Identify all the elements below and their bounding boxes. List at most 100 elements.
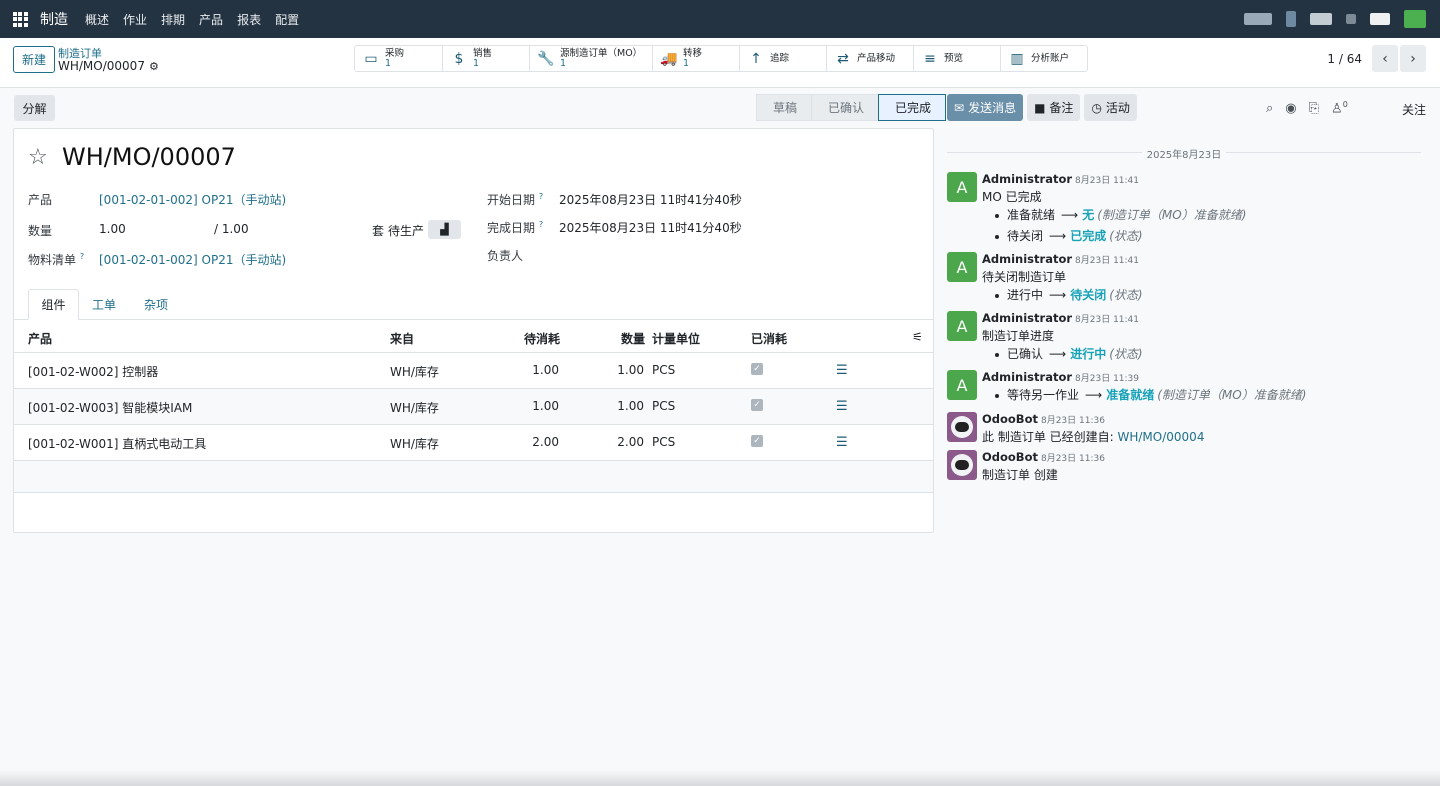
follow-button[interactable]: 关注 <box>1402 101 1426 118</box>
log-note-label: 备注 <box>1049 101 1074 115</box>
user-avatar[interactable] <box>1404 10 1426 28</box>
quantity-field[interactable]: 1.00 <box>99 222 126 236</box>
menu-planning[interactable]: 排期 <box>161 11 185 28</box>
user-icon[interactable]: ♙0 <box>1331 100 1348 116</box>
avatar[interactable]: A <box>947 370 977 400</box>
col-consumed[interactable]: 已消耗 <box>751 330 787 347</box>
kit-prefix: 套 <box>372 224 385 238</box>
odoobot-avatar[interactable] <box>947 450 977 480</box>
tracking-value: 等待另一作业 ⟶ 准备就绪 (制造订单（MO）准备就绪) <box>995 386 1306 403</box>
tracking-new: 待关闭 <box>1070 288 1107 302</box>
row-uom: PCS <box>652 399 676 413</box>
smart-button-transfers[interactable]: 🚚 转移 1 <box>653 46 740 71</box>
smart-button-purchase[interactable]: ▭ 采购 1 <box>355 46 443 71</box>
row-to-consume: 2.00 <box>532 435 559 449</box>
table-row[interactable]: [001-02-W001] 直柄式电动工具 WH/库存 2.00 2.00 PC… <box>14 425 933 461</box>
table-row[interactable]: [001-02-W003] 智能模块IAM WH/库存 1.00 1.00 PC… <box>14 389 933 425</box>
tab-misc[interactable]: 杂项 <box>134 289 178 320</box>
menu-overview[interactable]: 概述 <box>85 11 109 28</box>
list-detail-icon[interactable]: ☰ <box>836 435 848 450</box>
smart-button-product-moves[interactable]: ⇄ 产品移动 <box>827 46 914 71</box>
truck-icon: 🚚 <box>660 50 678 67</box>
new-button[interactable]: 新建 <box>13 46 55 73</box>
systray-item-2-icon[interactable] <box>1286 11 1296 27</box>
menu-reporting[interactable]: 报表 <box>237 11 261 28</box>
smart-button-preview[interactable]: ≡ 预览 <box>914 46 1001 71</box>
author-name[interactable]: Administrator <box>982 370 1072 384</box>
smart-label: 预览 <box>944 52 964 64</box>
gear-icon[interactable]: ⚙ <box>149 60 159 73</box>
start-date-label-text: 开始日期 <box>487 193 536 207</box>
pager-value[interactable]: 1 / 64 <box>1327 52 1362 66</box>
sliders-icon[interactable]: ⚟ <box>912 330 923 344</box>
systray-item-1-icon[interactable] <box>1244 13 1272 25</box>
message-body: 此 制造订单 已经创建自: WH/MO/00004 <box>982 428 1204 445</box>
list-detail-icon[interactable]: ☰ <box>836 399 848 414</box>
col-from[interactable]: 来自 <box>390 330 414 347</box>
author-name[interactable]: Administrator <box>982 172 1072 186</box>
message-author: Administrator 8月23日 11:39 <box>982 370 1139 384</box>
smart-button-source-mo[interactable]: 🔧 源制造订单（MO） 1 <box>530 46 653 71</box>
consumed-checkbox[interactable]: ✓ <box>751 363 763 375</box>
end-date-field[interactable]: 2025年08月23日 11时41分40秒 <box>559 219 742 236</box>
systray-item-4-icon[interactable] <box>1346 14 1356 24</box>
author-name[interactable]: Administrator <box>982 311 1072 325</box>
avatar[interactable]: A <box>947 252 977 282</box>
star-icon[interactable]: ☆ <box>28 145 48 170</box>
tracking-new: 已完成 <box>1070 229 1107 243</box>
stage-done[interactable]: 已完成 <box>878 94 947 121</box>
smart-label: 源制造订单（MO） <box>560 47 643 59</box>
product-field[interactable]: [001-02-01-002] OP21（手动站) <box>99 191 286 208</box>
col-to-consume[interactable]: 待消耗 <box>524 330 560 347</box>
consumed-checkbox[interactable]: ✓ <box>751 399 763 411</box>
smart-button-sale[interactable]: $ 销售 1 <box>443 46 530 71</box>
area-chart-icon[interactable]: ▟ <box>428 220 461 239</box>
eye-icon[interactable]: ◉ <box>1285 101 1296 116</box>
tracking-new: 进行中 <box>1070 347 1107 361</box>
col-product[interactable]: 产品 <box>28 330 52 347</box>
apps-menu-icon[interactable] <box>0 0 40 38</box>
smart-button-traceability[interactable]: ↑ 追踪 <box>740 46 827 71</box>
smart-button-analytic[interactable]: ▥ 分析账户 <box>1001 46 1087 71</box>
tracking-field: (状态) <box>1109 347 1143 361</box>
menu-products[interactable]: 产品 <box>199 11 223 28</box>
list-detail-icon[interactable]: ☰ <box>836 363 848 378</box>
systray-item-3-icon[interactable] <box>1310 13 1332 25</box>
bom-field[interactable]: [001-02-01-002] OP21（手动站) <box>99 251 286 268</box>
menu-operations[interactable]: 作业 <box>123 11 147 28</box>
author-name[interactable]: OdooBot <box>982 450 1038 464</box>
stage-confirmed[interactable]: 已确认 <box>811 94 880 121</box>
tracking-new: 准备就绪 <box>1106 388 1155 402</box>
chevron-right-icon[interactable]: › <box>1400 45 1426 72</box>
start-date-field[interactable]: 2025年08月23日 11时41分40秒 <box>559 191 742 208</box>
unbuild-button[interactable]: 分解 <box>14 95 55 121</box>
message-time: 8月23日 11:39 <box>1075 374 1140 384</box>
search-icon[interactable]: ⌕ <box>1266 101 1273 116</box>
author-name[interactable]: Administrator <box>982 252 1072 266</box>
consumed-checkbox[interactable]: ✓ <box>751 435 763 447</box>
app-brand[interactable]: 制造 <box>40 9 68 29</box>
col-uom[interactable]: 计量单位 <box>652 330 700 347</box>
status-bar: 草稿 已确认 已完成 <box>756 94 947 121</box>
stage-draft[interactable]: 草稿 <box>756 94 813 121</box>
row-product: [001-02-W002] 控制器 <box>28 365 159 379</box>
log-note-button[interactable]: ■ 备注 <box>1027 94 1081 121</box>
tracking-old: 已确认 <box>1007 347 1044 361</box>
paperclip-icon[interactable]: ⎘ <box>1309 101 1319 116</box>
author-name[interactable]: OdooBot <box>982 412 1038 426</box>
avatar[interactable]: A <box>947 172 977 202</box>
wrench-icon: 🔧 <box>537 50 555 67</box>
smart-label: 产品移动 <box>857 52 896 64</box>
activity-button[interactable]: ◷ 活动 <box>1084 94 1137 121</box>
systray-item-5-icon[interactable] <box>1370 13 1390 25</box>
avatar[interactable]: A <box>947 311 977 341</box>
send-message-button[interactable]: ✉ 发送消息 <box>947 94 1024 121</box>
table-row[interactable]: [001-02-W002] 控制器 WH/库存 1.00 1.00 PCS ✓ … <box>14 353 933 389</box>
origin-link[interactable]: WH/MO/00004 <box>1118 430 1205 444</box>
chevron-left-icon[interactable]: ‹ <box>1372 45 1398 72</box>
odoobot-avatar[interactable] <box>947 412 977 442</box>
tab-work-orders[interactable]: 工单 <box>84 289 124 320</box>
tab-components[interactable]: 组件 <box>28 289 79 320</box>
menu-configuration[interactable]: 配置 <box>275 11 299 28</box>
col-quantity[interactable]: 数量 <box>621 330 645 347</box>
